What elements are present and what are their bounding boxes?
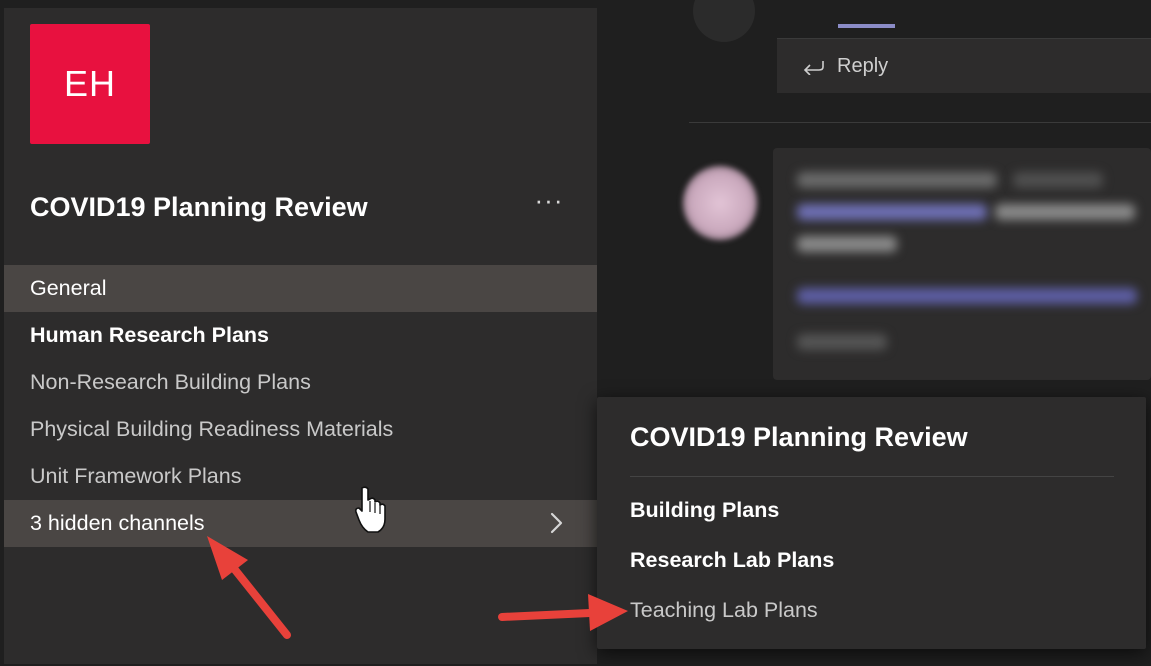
hidden-channels-button[interactable]: 3 hidden channels xyxy=(4,500,597,547)
channel-physical-building-readiness-materials[interactable]: Physical Building Readiness Materials xyxy=(4,406,597,453)
avatar xyxy=(693,0,755,42)
message-separator xyxy=(689,122,1151,123)
team-name: COVID19 Planning Review xyxy=(30,192,368,222)
team-avatar[interactable]: EH xyxy=(30,24,150,144)
blurred-message xyxy=(773,148,1151,380)
channel-non-research-building-plans[interactable]: Non-Research Building Plans xyxy=(4,359,597,406)
channel-list: General Human Research Plans Non-Researc… xyxy=(4,265,597,547)
flyout-item-teaching-lab-plans[interactable]: Teaching Lab Plans xyxy=(630,598,818,623)
flyout-item-building-plans[interactable]: Building Plans xyxy=(630,498,779,523)
reply-label: Reply xyxy=(837,55,889,77)
flyout-title: COVID19 Planning Review xyxy=(630,422,968,452)
channel-unit-framework-plans[interactable]: Unit Framework Plans xyxy=(4,453,597,500)
blurred-avatar xyxy=(683,166,757,240)
flyout-divider xyxy=(630,476,1114,477)
reply-button[interactable]: Reply xyxy=(777,38,1151,93)
accent-bar xyxy=(838,24,895,28)
channel-general[interactable]: General xyxy=(4,265,597,312)
hidden-channels-flyout: COVID19 Planning Review Building Plans R… xyxy=(597,397,1146,649)
channel-human-research-plans[interactable]: Human Research Plans xyxy=(4,312,597,359)
hidden-channels-label: 3 hidden channels xyxy=(30,511,205,535)
more-options-icon[interactable]: ··· xyxy=(529,187,569,219)
channel-sidebar: EH COVID19 Planning Review ··· General H… xyxy=(4,8,597,664)
flyout-item-research-lab-plans[interactable]: Research Lab Plans xyxy=(630,548,834,573)
chevron-right-icon xyxy=(550,512,563,534)
reply-icon xyxy=(803,61,824,75)
